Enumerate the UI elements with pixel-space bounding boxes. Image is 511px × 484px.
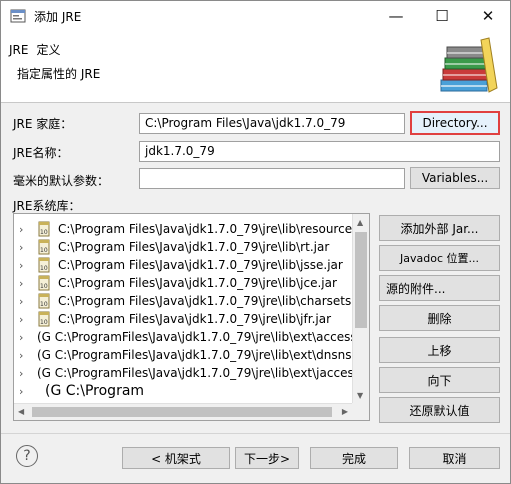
svg-text:10: 10: [40, 319, 48, 326]
move-up-button[interactable]: 上移: [379, 337, 500, 363]
remove-button[interactable]: 删除: [379, 305, 500, 331]
default-args-field[interactable]: [139, 168, 405, 189]
jre-home-field[interactable]: C:\Program Files\Java\jdk1.7.0_79: [139, 113, 405, 134]
library-path: C:\Program Files\Java\jdk1.7.0_79\jre\li…: [58, 276, 337, 290]
library-path: (G C:\ProgramFiles\Java\jdk1.7.0_79\jre\…: [37, 348, 370, 362]
next-button[interactable]: 下一步>: [235, 447, 299, 469]
library-path: C:\Program Files\Java\jdk1.7.0_79\jre\li…: [58, 222, 370, 236]
library-row[interactable]: › 10 C:\Program Files\Java\jdk1.7.0_79\jre…: [14, 292, 370, 310]
add-jre-dialog: 添加 JRE — ☐ ✕ JRE 定义 指定属性的 JRE JRE 家庭： C:\…: [0, 0, 511, 484]
wizard-title-define: 定义: [36, 43, 61, 57]
svg-text:10: 10: [40, 301, 48, 308]
library-row[interactable]: ›10(G C:\Program: [14, 382, 144, 400]
title-bar: 添加 JRE — ☐ ✕: [1, 1, 510, 31]
library-row[interactable]: ›10(G C:\ProgramFiles\Java\jdk1.7.0_79\j…: [14, 364, 370, 382]
expand-chevron-icon[interactable]: ›: [19, 367, 33, 380]
horizontal-scrollbar[interactable]: ◀ ▶: [14, 403, 352, 420]
directory-button[interactable]: Directory...: [410, 111, 500, 135]
expand-chevron-icon[interactable]: ›: [19, 277, 33, 290]
library-row[interactable]: › 10 C:\Program Files\Java\jdk1.7.0_79\jre…: [14, 220, 370, 238]
svg-text:10: 10: [40, 229, 48, 236]
expand-chevron-icon[interactable]: ›: [19, 259, 33, 272]
footer-separator: [1, 433, 510, 434]
svg-text:10: 10: [40, 283, 48, 290]
library-tree[interactable]: › 10 C:\Program Files\Java\jdk1.7.0_79\jre…: [13, 213, 370, 421]
jar-file-icon: 10: [36, 257, 52, 273]
variables-button[interactable]: Variables...: [410, 167, 500, 189]
jre-name-label: JRE名称：: [13, 146, 69, 160]
library-row[interactable]: › 10 C:\Program Files\Java\jdk1.7.0_79\jre…: [14, 256, 343, 274]
vertical-scroll-thumb[interactable]: [355, 232, 367, 328]
move-down-button[interactable]: 向下: [379, 367, 500, 393]
scroll-up-icon[interactable]: ▲: [357, 218, 363, 227]
library-path: C:\Program Files\Java\jdk1.7.0_79\jre\li…: [58, 312, 332, 326]
cancel-button[interactable]: 取消: [409, 447, 500, 469]
scroll-right-icon[interactable]: ▶: [342, 407, 348, 416]
expand-chevron-icon[interactable]: ›: [19, 223, 33, 236]
expand-chevron-icon[interactable]: ›: [19, 385, 33, 398]
wizard-header: JRE 定义 指定属性的 JRE: [1, 31, 510, 103]
restore-default-button[interactable]: 还原默认值: [379, 397, 500, 423]
libraries-label: JRE系统库：: [13, 199, 81, 213]
library-row[interactable]: ›10(G C:\ProgramFiles\Java\jdk1.7.0_79\j…: [14, 346, 370, 364]
library-path: (G C:\ProgramFiles\Java\jdk1.7.0_79\jre\…: [37, 366, 370, 380]
minimize-button[interactable]: —: [373, 1, 419, 31]
window-title: 添加 JRE: [34, 9, 82, 24]
default-args-label: 毫米的默认参数：: [13, 174, 110, 188]
expand-chevron-icon[interactable]: ›: [19, 295, 33, 308]
library-path: C:\Program Files\Java\jdk1.7.0_79\jre\li…: [58, 258, 343, 272]
library-path: (G C:\Program: [45, 383, 145, 399]
jar-file-icon: 10: [36, 221, 52, 237]
add-external-jar-button[interactable]: 添加外部 Jar...: [379, 215, 500, 241]
jar-file-icon: 10: [36, 239, 52, 255]
horizontal-scroll-thumb[interactable]: [32, 407, 332, 417]
wizard-title: JRE 定义: [9, 41, 68, 58]
javadoc-location-button[interactable]: Javadoc 位置...: [379, 245, 500, 271]
minimize-icon: —: [388, 7, 404, 25]
jre-name-field[interactable]: jdk1.7.0_79: [139, 141, 500, 162]
back-button[interactable]: < 机架式: [122, 447, 230, 469]
svg-text:10: 10: [40, 265, 48, 272]
library-row[interactable]: › 10 C:\Program Files\Java\jdk1.7.0_79\jre…: [14, 238, 329, 256]
jar-file-icon: 10: [36, 275, 52, 291]
expand-chevron-icon[interactable]: ›: [19, 349, 33, 362]
library-row[interactable]: ›10(G C:\ProgramFiles\Java\jdk1.7.0_79\j…: [14, 328, 370, 346]
books-icon: [440, 37, 498, 93]
library-path: (G C:\ProgramFiles\Java\jdk1.7.0_79\jre\…: [37, 330, 370, 344]
expand-chevron-icon[interactable]: ›: [19, 331, 33, 344]
wizard-title-jre: JRE: [9, 43, 29, 57]
finish-button[interactable]: 完成: [310, 447, 398, 469]
scroll-down-icon[interactable]: ▼: [357, 391, 363, 400]
svg-text:10: 10: [40, 247, 48, 254]
wizard-description: 指定属性的 JRE: [17, 67, 101, 81]
jar-file-icon: 10: [36, 293, 52, 309]
help-icon[interactable]: ?: [16, 445, 38, 467]
vertical-scrollbar[interactable]: ▲ ▼: [352, 214, 369, 404]
maximize-icon: ☐: [435, 7, 449, 25]
jar-file-icon: 10: [36, 311, 52, 327]
expand-chevron-icon[interactable]: ›: [19, 241, 33, 254]
scroll-left-icon[interactable]: ◀: [18, 407, 24, 416]
library-row[interactable]: › 10 C:\Program Files\Java\jdk1.7.0_79\jre…: [14, 310, 331, 328]
window-app-icon: [10, 9, 26, 23]
source-attachment-button[interactable]: 源的附件...: [379, 275, 500, 301]
scrollbar-corner: [352, 403, 369, 420]
library-path: C:\Program Files\Java\jdk1.7.0_79\jre\li…: [58, 294, 370, 308]
maximize-button[interactable]: ☐: [419, 1, 465, 31]
close-icon: ✕: [481, 7, 495, 25]
library-row[interactable]: › 10 C:\Program Files\Java\jdk1.7.0_79\jre…: [14, 274, 337, 292]
close-button[interactable]: ✕: [465, 1, 510, 31]
expand-chevron-icon[interactable]: ›: [19, 313, 33, 326]
library-path: C:\Program Files\Java\jdk1.7.0_79\jre\li…: [58, 240, 330, 254]
jre-home-label: JRE 家庭：: [13, 117, 73, 131]
